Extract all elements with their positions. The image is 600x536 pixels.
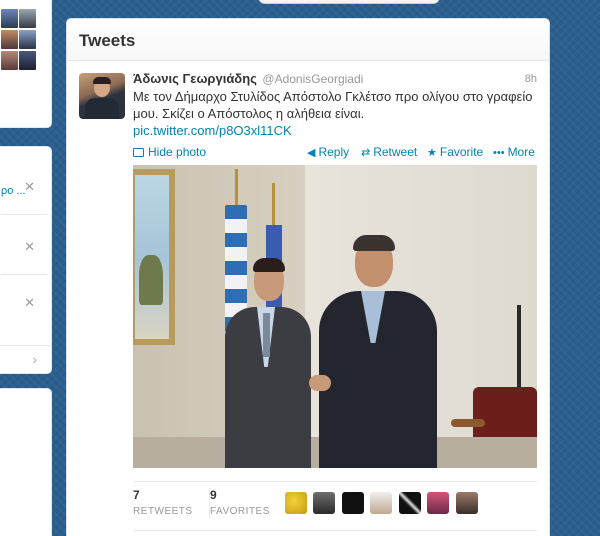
- chevron-right-icon[interactable]: ›: [32, 351, 37, 367]
- who-to-follow-card: ✕ ρο ... ✕ ✕ ›: [0, 146, 52, 374]
- hide-photo-button[interactable]: Hide photo: [133, 145, 206, 159]
- favoriters-avatars: [285, 492, 480, 516]
- avatar[interactable]: [427, 492, 450, 514]
- more-label: More: [507, 145, 535, 159]
- avatar[interactable]: [455, 492, 478, 514]
- close-icon[interactable]: ✕: [24, 295, 35, 311]
- tweet-author-name[interactable]: Άδωνις Γεωργιάδης: [133, 71, 257, 86]
- favorites-stat[interactable]: 9 FAVORITES: [209, 488, 270, 517]
- thumbnail[interactable]: [19, 30, 36, 49]
- avatar[interactable]: [313, 492, 336, 514]
- more-icon: •••: [493, 147, 505, 159]
- follow-suggestion-link[interactable]: ρο ...: [1, 185, 26, 197]
- reply-label: Reply: [318, 145, 350, 159]
- page-title: Tweets: [79, 31, 136, 50]
- thumbnail[interactable]: [19, 51, 36, 70]
- tweet-timestamp[interactable]: 8h: [525, 73, 537, 85]
- retweet-button[interactable]: ⇄ Retweet: [361, 145, 417, 159]
- tweet-photo[interactable]: [133, 165, 537, 468]
- follow-suggestion[interactable]: ✕ ρο ...: [1, 165, 47, 215]
- favorite-label: Favorite: [439, 145, 484, 159]
- tweet[interactable]: 8h Άδωνις Γεωργιάδης @AdonisGeorgiadi Με…: [67, 61, 549, 163]
- thumbnail[interactable]: [1, 30, 18, 49]
- search-bar[interactable]: [258, 0, 440, 4]
- favorites-label: FAVORITES: [210, 506, 270, 517]
- reply-button[interactable]: ◀ Reply: [307, 145, 349, 159]
- retweet-icon: ⇄: [361, 147, 371, 159]
- avatar[interactable]: [285, 492, 307, 514]
- favorite-button[interactable]: ★ Favorite: [427, 145, 483, 159]
- follow-suggestion[interactable]: ✕: [1, 225, 47, 275]
- close-icon[interactable]: ✕: [24, 179, 35, 195]
- trends-card: [0, 388, 52, 536]
- tweets-panel: Tweets 8h Άδωνις Γεωργιάδης @AdonisGeorg…: [66, 18, 550, 536]
- tweet-actions: Hide photo ◀ Reply ⇄ Retweet ★ Favorite •••…: [133, 143, 537, 163]
- left-column: ✕ ρο ... ✕ ✕ ›: [0, 0, 54, 536]
- favorites-count: 9: [210, 488, 217, 502]
- tweet-media-link[interactable]: pic.twitter.com/p8O3xl11CK: [133, 122, 537, 139]
- avatar[interactable]: [79, 73, 125, 119]
- retweets-stat[interactable]: 7 RETWEETS: [133, 488, 193, 517]
- retweet-label: Retweet: [373, 145, 418, 159]
- follow-suggestion[interactable]: ✕: [1, 281, 47, 331]
- tweet-stats: 7 RETWEETS 9 FAVORITES: [133, 481, 537, 531]
- retweets-label: RETWEETS: [133, 506, 193, 517]
- tweet-header: Άδωνις Γεωργιάδης @AdonisGeorgiadi: [133, 71, 537, 87]
- photo-icon: [133, 148, 144, 157]
- reply-icon: ◀: [307, 147, 316, 159]
- tweet-text: Με τον Δήμαρχο Στυλίδος Απόστολο Γκλέτσο…: [133, 89, 533, 121]
- profile-thumbnails: [1, 9, 37, 72]
- thumbnail[interactable]: [1, 9, 18, 28]
- close-icon[interactable]: ✕: [24, 239, 35, 255]
- profile-card: [0, 0, 52, 128]
- tweet-author-handle[interactable]: @AdonisGeorgiadi: [262, 72, 363, 86]
- avatar[interactable]: [370, 492, 393, 514]
- retweets-count: 7: [133, 488, 140, 502]
- hide-photo-label: Hide photo: [148, 145, 207, 159]
- tweets-header: Tweets: [67, 19, 549, 61]
- avatar[interactable]: [341, 492, 364, 514]
- star-icon: ★: [427, 147, 437, 159]
- avatar[interactable]: [398, 492, 421, 514]
- thumbnail[interactable]: [1, 51, 18, 70]
- more-button[interactable]: ••• More: [493, 145, 535, 159]
- thumbnail[interactable]: [19, 9, 36, 28]
